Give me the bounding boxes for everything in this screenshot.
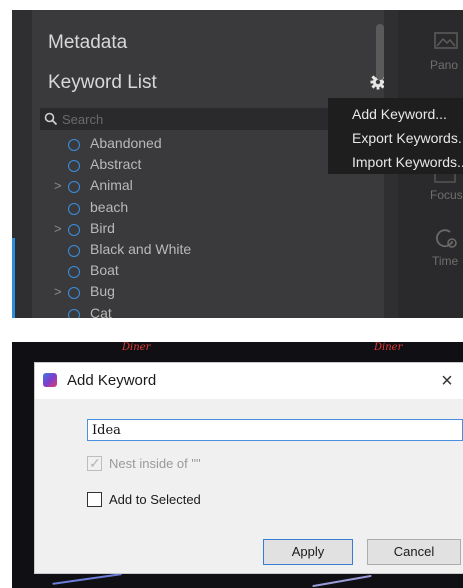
keyword-label: Bug	[90, 283, 115, 300]
apply-button[interactable]: Apply	[263, 539, 353, 565]
keyword-list-section-header[interactable]: Keyword List	[48, 72, 157, 94]
menu-item-export-keywords[interactable]: Export Keywords...	[352, 130, 463, 146]
keyword-label: Boat	[90, 262, 119, 279]
keyword-label: Abstract	[90, 156, 142, 173]
pano-filter-label[interactable]: Pano	[430, 58, 458, 72]
keyword-row[interactable]: > Bug	[32, 282, 332, 303]
chevron-right-icon[interactable]: >	[54, 284, 62, 299]
menu-item-add-keyword[interactable]: Add Keyword...	[352, 106, 447, 122]
circle-icon[interactable]	[68, 308, 80, 318]
metadata-section-header[interactable]: Metadata	[48, 32, 127, 54]
panel-scrollbar-thumb[interactable]	[376, 24, 384, 80]
keyword-name-input[interactable]	[87, 419, 463, 441]
circle-icon[interactable]	[68, 160, 80, 173]
dialog-title: Add Keyword	[67, 372, 157, 389]
nest-inside-label: Nest inside of ""	[109, 456, 201, 471]
keyword-row[interactable]: > Animal	[32, 176, 332, 197]
keyword-row[interactable]: Boat	[32, 261, 332, 282]
add-to-selected-label: Add to Selected	[109, 492, 201, 507]
add-keyword-dialog-screenshot: Diner Diner Add Keyword × ✓ Nest inside …	[12, 342, 463, 588]
nest-inside-checkbox: ✓	[87, 455, 102, 471]
keyword-label: Black and White	[90, 240, 192, 257]
add-keyword-dialog: Add Keyword × ✓ Nest inside of "" Add to…	[34, 362, 463, 574]
dialog-titlebar: Add Keyword ×	[35, 363, 463, 399]
search-input[interactable]	[62, 110, 322, 128]
selection-accent-strip	[12, 238, 15, 318]
background-light-streak	[52, 573, 122, 585]
circle-icon[interactable]	[68, 139, 80, 151]
keyword-context-menu: Add Keyword... Export Keywords... Import…	[328, 98, 463, 174]
keyword-row[interactable]: Cat	[32, 304, 332, 319]
library-panel-screenshot: Metadata Keyword List Search Abandoned A…	[12, 10, 463, 318]
search-icon	[44, 112, 58, 126]
keyword-row[interactable]: Abstract	[32, 155, 332, 176]
panorama-icon[interactable]	[434, 32, 458, 56]
background-neon-sign: Diner	[374, 342, 403, 353]
chevron-right-icon[interactable]: >	[54, 221, 62, 236]
keyword-label: Animal	[90, 177, 133, 194]
clock-icon[interactable]	[434, 228, 458, 252]
keyword-row[interactable]: Black and White	[32, 240, 332, 261]
keyword-label: beach	[90, 198, 129, 215]
app-logo-icon	[43, 373, 57, 387]
background-light-streak	[312, 574, 372, 588]
background-neon-sign: Diner	[122, 342, 151, 353]
keyword-search-box	[40, 108, 330, 130]
close-icon[interactable]: ×	[435, 369, 459, 393]
circle-icon[interactable]	[68, 244, 80, 257]
left-page-margin	[0, 0, 12, 318]
circle-icon[interactable]	[68, 202, 80, 215]
circle-icon[interactable]	[68, 287, 80, 300]
keyword-row[interactable]: Abandoned	[32, 134, 332, 155]
circle-icon[interactable]	[68, 266, 80, 279]
circle-icon[interactable]	[68, 181, 80, 194]
time-filter-label[interactable]: Time	[432, 254, 458, 268]
keyword-label: Bird	[90, 219, 115, 236]
keyword-label: Cat	[90, 304, 112, 319]
cancel-button[interactable]: Cancel	[367, 539, 461, 565]
keyword-row[interactable]: > Bird	[32, 219, 332, 240]
menu-item-import-keywords[interactable]: Import Keywords...	[352, 154, 463, 170]
keyword-label: Abandoned	[90, 135, 162, 151]
add-to-selected-checkbox[interactable]	[87, 492, 102, 507]
keyword-row[interactable]: beach	[32, 198, 332, 219]
chevron-right-icon[interactable]: >	[54, 178, 62, 193]
checkmark-icon: ✓	[89, 455, 101, 471]
circle-icon[interactable]	[68, 223, 80, 236]
focus-filter-label[interactable]: Focus	[430, 188, 463, 202]
keyword-list: Abandoned Abstract > Animal beach > Bird	[32, 134, 332, 318]
